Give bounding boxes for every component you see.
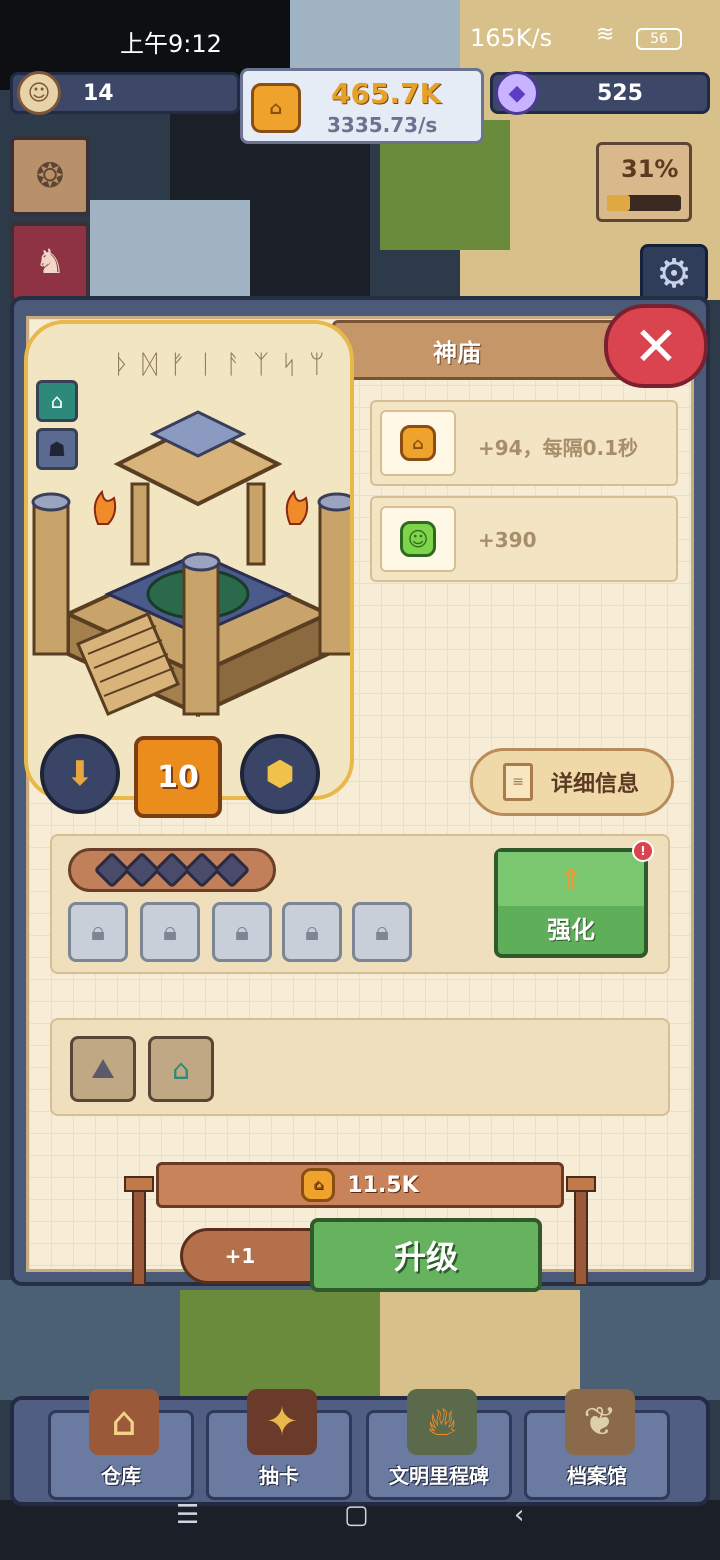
locked-slot[interactable]: 🔒︎ xyxy=(282,902,342,962)
swirl-icon: ❂ xyxy=(35,156,65,196)
enhance-button[interactable]: ⇑ 强化 ! xyxy=(494,840,654,958)
mask-icon: ☗ xyxy=(48,437,66,461)
locked-slot[interactable]: 🔒︎ xyxy=(212,902,272,962)
system-navigation-bar: ☰ ▢ ‹ xyxy=(0,1500,720,1530)
upgrade-cost-value: 11.5K xyxy=(347,1172,419,1198)
progress-bar-fill xyxy=(607,195,630,211)
population-value: 14 xyxy=(83,81,114,106)
warehouse-icon: ⌂ xyxy=(89,1389,159,1455)
network-speed: 165K/s xyxy=(470,24,553,52)
nav-label: 文明里程碑 xyxy=(389,1464,489,1488)
dragon-icon: ♞ xyxy=(34,242,66,282)
gear-icon: ⚙ xyxy=(656,251,692,297)
temple-icon: ⌂ xyxy=(50,389,64,413)
upgrade-button[interactable]: 升级 xyxy=(310,1218,542,1292)
milestone-icon: 🔥︎ xyxy=(407,1389,477,1455)
production-row-gold: ⌂ +94，每隔0.1秒 xyxy=(370,400,678,486)
upgrade-cost: ⌂ 11.5K xyxy=(156,1162,564,1208)
progress-bar xyxy=(607,195,681,211)
mountain-icon: ⛰ xyxy=(91,1052,115,1085)
era-progress[interactable]: 31% xyxy=(596,142,692,222)
gold-counter[interactable]: ⌂ 465.7K 3335.73/s xyxy=(240,68,484,144)
production-icon-frame: ☺ xyxy=(380,506,456,572)
enhance-label: 强化 xyxy=(547,916,595,944)
lock-icon: 🔒︎ xyxy=(235,916,249,947)
sign-post-cap xyxy=(124,1176,154,1192)
production-value: +390 xyxy=(478,528,537,552)
lock-icon: 🔒︎ xyxy=(163,916,177,947)
coin-icon: ⌂ xyxy=(400,425,436,461)
close-icon: ✕ xyxy=(633,314,679,378)
nav-label: 仓库 xyxy=(101,1464,141,1488)
archive-icon: ❦ xyxy=(565,1389,635,1455)
rank-up-icon: ⇑ xyxy=(498,852,644,906)
temple-upgrade-icon: ⌂ xyxy=(172,1052,190,1086)
details-label: 详细信息 xyxy=(551,772,640,797)
menu-icon[interactable]: ☰ xyxy=(176,1500,199,1530)
rotate-building-button[interactable]: ⬢ xyxy=(240,734,320,814)
citizen-icon: ☺ xyxy=(17,71,61,115)
lock-icon: 🔒︎ xyxy=(375,916,389,947)
upgrade-amount-button[interactable]: +1 xyxy=(180,1228,320,1284)
box-arrow-icon: ⬇ xyxy=(65,754,95,794)
population-counter[interactable]: ☺ 14 xyxy=(10,71,240,115)
clock: 上午9:12 xyxy=(120,30,222,58)
sign-post xyxy=(574,1176,588,1286)
building-level: 10 xyxy=(134,736,222,818)
gem-icon: ◆ xyxy=(495,71,539,115)
nav-card-draw[interactable]: ✦ 抽卡 xyxy=(206,1389,352,1500)
system-status-bar: 上午9:12 165K/s ≋ 56 xyxy=(0,0,720,70)
nav-milestones[interactable]: 🔥︎ 文明里程碑 xyxy=(366,1389,512,1500)
settings-button[interactable]: ⚙ xyxy=(640,244,708,304)
lock-icon: 🔒︎ xyxy=(305,916,319,947)
card-draw-icon: ✦ xyxy=(247,1389,317,1455)
battery-indicator: 56 xyxy=(636,28,682,50)
rune-inscription: ᚦ ᛞ ᚠ ᛁ ᚨ ᛉ ᛋ ᛘ xyxy=(114,350,327,380)
tags-panel xyxy=(50,1018,670,1116)
tag-slot-terrain[interactable]: ⛰ xyxy=(70,1036,136,1102)
gem-value: 525 xyxy=(597,81,643,106)
back-icon[interactable]: ‹ xyxy=(514,1500,524,1530)
production-row-happiness: ☺ +390 xyxy=(370,496,678,582)
nav-label: 档案馆 xyxy=(567,1464,627,1488)
star-slot xyxy=(213,851,251,889)
lock-icon: 🔒︎ xyxy=(91,916,105,947)
locked-slot[interactable]: 🔒︎ xyxy=(352,902,412,962)
production-icon-frame: ⌂ xyxy=(380,410,456,476)
nav-archive[interactable]: ❦ 档案馆 xyxy=(524,1389,670,1500)
tag-slot-building[interactable]: ⌂ xyxy=(148,1036,214,1102)
locked-slot[interactable]: 🔒︎ xyxy=(140,902,200,962)
sign-post xyxy=(132,1176,146,1286)
building-type-badge[interactable]: ⌂ xyxy=(36,380,78,422)
notification-badge: ! xyxy=(632,840,654,862)
gold-rate: 3335.73/s xyxy=(327,113,438,137)
star-rating xyxy=(68,848,276,892)
cube-icon: ⬢ xyxy=(265,754,295,794)
production-value: +94，每隔0.1秒 xyxy=(478,436,639,460)
category-badge[interactable]: ☗ xyxy=(36,428,78,470)
nav-label: 抽卡 xyxy=(259,1464,299,1488)
nav-warehouse[interactable]: ⌂ 仓库 xyxy=(48,1389,194,1500)
close-button[interactable]: ✕ xyxy=(604,304,708,388)
progress-percent: 31% xyxy=(621,155,679,183)
smile-icon: ☺ xyxy=(400,521,436,557)
dragon-banner-button[interactable]: ♞ xyxy=(10,222,90,302)
details-button[interactable]: ≡ 详细信息 xyxy=(470,748,674,816)
locked-slot[interactable]: 🔒︎ xyxy=(68,902,128,962)
gem-counter[interactable]: ◆ 525 xyxy=(490,71,710,115)
dialog-title: 神庙 xyxy=(332,320,642,380)
document-icon: ≡ xyxy=(503,763,533,801)
wifi-icon: ≋ xyxy=(596,22,615,47)
home-icon[interactable]: ▢ xyxy=(344,1500,369,1530)
store-building-button[interactable]: ⬇ xyxy=(40,734,120,814)
coin-icon: ⌂ xyxy=(251,83,301,133)
gold-value: 465.7K xyxy=(331,77,442,110)
sign-post-cap xyxy=(566,1176,596,1192)
coin-icon: ⌂ xyxy=(301,1168,336,1202)
scroll-menu-button[interactable]: ❂ xyxy=(10,136,90,216)
